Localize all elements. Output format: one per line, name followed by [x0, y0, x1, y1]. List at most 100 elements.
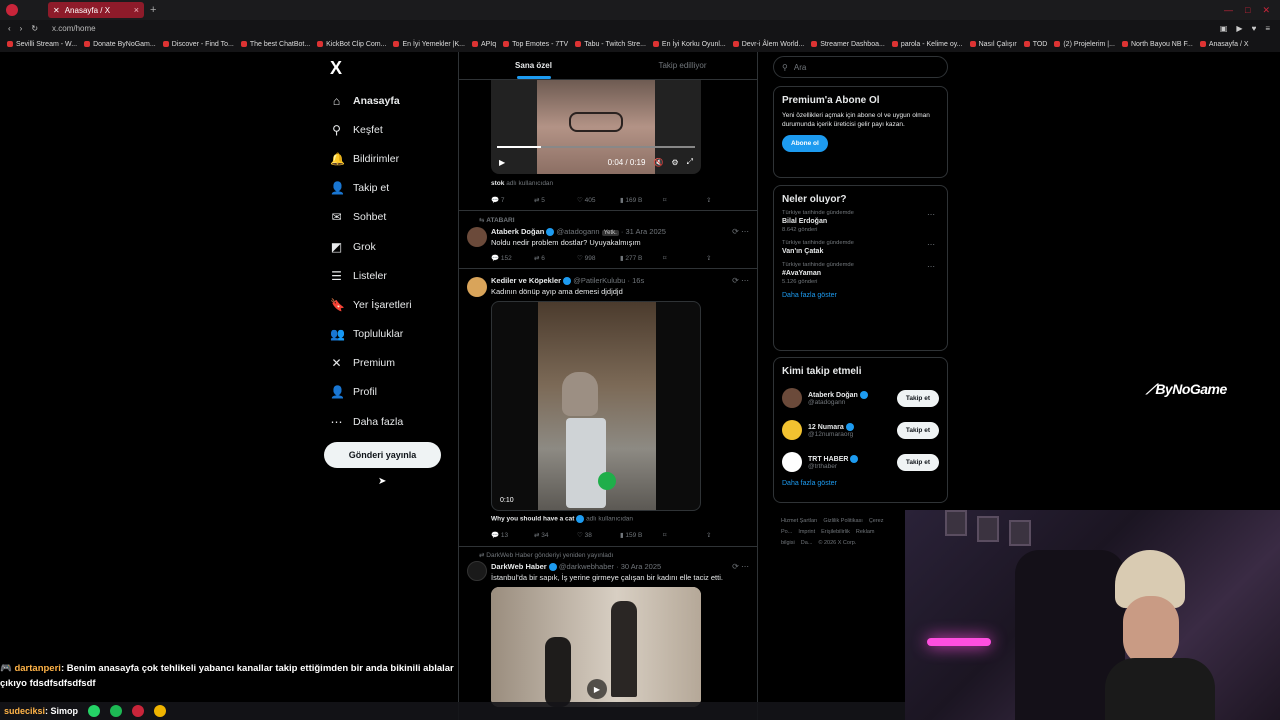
footer-link[interactable]: Da... — [801, 540, 813, 546]
browser-logo-icon[interactable] — [6, 4, 18, 16]
avatar[interactable] — [467, 561, 487, 581]
maximize-icon[interactable]: □ — [1245, 5, 1250, 16]
share-icon[interactable]: ⇪ — [706, 196, 749, 204]
like-button[interactable]: ♡ 38 — [577, 531, 620, 539]
bookmark-item[interactable]: En İyi Korku Oyunl... — [652, 41, 726, 48]
tweet3-more-icon[interactable]: ⟳ ⋯ — [732, 276, 749, 285]
tweet4-video[interactable]: ▶ — [491, 587, 701, 707]
nav-item-daha-fazla[interactable]: ⋯ Daha fazla — [330, 407, 460, 436]
views-button[interactable]: ▮ 169 B — [620, 196, 663, 204]
follow-button[interactable]: Takip et — [896, 421, 939, 439]
bookmark-item[interactable]: parola - Kelime oy... — [891, 41, 963, 48]
author-name[interactable]: Ataberk Doğan — [491, 227, 544, 236]
nav-item-bildirimler[interactable]: 🔔 Bildirimler — [330, 144, 460, 173]
menu-icon[interactable]: ≡ — [1265, 24, 1270, 33]
bookmark-icon[interactable]: ⌑ — [663, 196, 706, 204]
nav-item-listeler[interactable]: ☰ Listeler — [330, 261, 460, 290]
play-icon[interactable]: ▶ — [587, 679, 607, 699]
nav-item-profil[interactable]: 👤 Profil — [330, 378, 460, 407]
nav-item-premium[interactable]: ✕ Premium — [330, 349, 460, 378]
tweet2[interactable]: ⇆ ATABARI Ataberk Doğan @atadogann Yetk.… — [459, 210, 757, 268]
bookmark-item[interactable]: En İyi Yemekler |K... — [393, 41, 465, 48]
close-tab-icon[interactable]: × — [134, 5, 139, 15]
footer-link[interactable]: Erişilebilirlik — [821, 529, 850, 535]
browser-tab[interactable]: ✕ Anasayfa / X × — [48, 2, 144, 18]
minimize-icon[interactable]: — — [1224, 5, 1233, 16]
spotify-icon[interactable] — [110, 705, 123, 717]
post-button[interactable]: Gönderi yayınla — [324, 442, 441, 468]
bookmark-item[interactable]: Anasayfa / X — [1199, 41, 1249, 48]
search-input[interactable]: ⚲ Ara — [773, 56, 948, 78]
author-handle[interactable]: @PatilerKulubu — [573, 276, 625, 285]
nav-item-grok[interactable]: ◩ Grok — [330, 232, 460, 261]
bookmark-item[interactable]: Sevilli Stream - W... — [7, 41, 77, 48]
share-icon[interactable]: ⇪ — [706, 254, 749, 262]
play-icon[interactable]: ▶ — [1236, 24, 1242, 33]
bookmark-item[interactable]: The best ChatBot... — [240, 41, 310, 48]
reply-button[interactable]: 💬 13 — [491, 531, 534, 539]
bookmark-icon[interactable]: ⌑ — [663, 254, 706, 262]
follow-suggestion[interactable]: 12 Numara @12numaraorg Takip et — [782, 414, 939, 446]
trends-show-more[interactable]: Daha fazla göster — [782, 292, 939, 299]
avatar[interactable] — [782, 452, 802, 472]
bookmark-item[interactable]: TOD — [1023, 41, 1047, 48]
footer-link[interactable]: © 2026 X Corp. — [818, 540, 856, 546]
nav-item-sohbet[interactable]: ✉ Sohbet — [330, 203, 460, 232]
bookmark-item[interactable]: Discover - Find To... — [162, 41, 234, 48]
subscribe-button[interactable]: Abone ol — [782, 135, 828, 153]
whatsapp-icon[interactable] — [88, 705, 101, 717]
tweet2-more-icon[interactable]: ⟳ ⋯ — [732, 227, 749, 236]
play-icon[interactable]: ▶ — [499, 158, 505, 167]
url-field[interactable]: x.com/home — [52, 24, 96, 33]
retweet-button[interactable]: ⇄ 6 — [534, 254, 577, 262]
heart-icon[interactable]: ♥ — [1252, 24, 1257, 33]
app-icon[interactable] — [154, 705, 167, 717]
avatar[interactable] — [782, 420, 802, 440]
bookmark-item[interactable]: Top Emotes - 7TV — [503, 41, 568, 48]
tweet1-video[interactable]: ▶ 0:04 / 0:19 🔇 ⚙ ⤢ — [491, 80, 701, 174]
retweet-button[interactable]: ⇄ 34 — [534, 531, 577, 539]
bookmark-item[interactable]: Nasıl Çalışır — [969, 41, 1017, 48]
close-window-icon[interactable]: ✕ — [1262, 5, 1270, 16]
reply-button[interactable]: 💬 7 — [491, 196, 534, 204]
more-icon[interactable]: ⋯ — [927, 262, 935, 271]
bookmark-item[interactable]: Donate ByNoGam... — [84, 41, 156, 48]
trend-item[interactable]: Türkiye tarihinde gündemde #AvaYaman 5.126… — [782, 262, 939, 285]
author-handle[interactable]: @atadogann — [557, 227, 600, 236]
bookmark-icon[interactable]: ⌑ — [663, 531, 706, 539]
nav-item-anasayfa[interactable]: ⌂ Anasayfa — [330, 86, 460, 115]
new-tab-button[interactable]: + — [150, 4, 156, 16]
video-progress-bar[interactable] — [497, 146, 695, 148]
author-name[interactable]: DarkWeb Haber — [491, 562, 547, 571]
share-icon[interactable]: ⇪ — [706, 531, 749, 539]
tweet4-more-icon[interactable]: ⟳ ⋯ — [732, 562, 749, 571]
tab-for-you[interactable]: Sana özel — [459, 52, 608, 79]
tweet-date[interactable]: 31 Ara 2025 — [626, 227, 666, 236]
more-icon[interactable]: ⋯ — [927, 240, 935, 249]
nav-item-takip-et[interactable]: 👤 Takip et — [330, 174, 460, 203]
footer-link[interactable]: Imprint — [798, 529, 815, 535]
follow-show-more[interactable]: Daha fazla göster — [782, 480, 939, 487]
retweet-button[interactable]: ⇄ 5 — [534, 196, 577, 204]
fullscreen-icon[interactable]: ⤢ — [687, 157, 693, 167]
reload-icon[interactable]: ↻ — [31, 24, 38, 33]
bookmark-item[interactable]: APIq — [471, 41, 496, 48]
more-icon[interactable]: ⋯ — [927, 210, 935, 219]
settings-icon[interactable]: ⚙ — [671, 158, 678, 167]
author-handle[interactable]: @darkwebhaber — [559, 562, 614, 571]
like-button[interactable]: ♡ 405 — [577, 196, 620, 204]
tweet3-video[interactable]: 0:10 — [491, 301, 701, 511]
mute-icon[interactable]: 🔇 — [653, 158, 663, 167]
follow-button[interactable]: Takip et — [896, 389, 939, 407]
views-button[interactable]: ▮ 159 B — [620, 531, 663, 539]
back-icon[interactable]: ‹ — [8, 24, 11, 33]
follow-suggestion[interactable]: Ataberk Doğan @atadogann Takip et — [782, 382, 939, 414]
avatar[interactable] — [467, 277, 487, 297]
avatar[interactable] — [467, 227, 487, 247]
caption-user[interactable]: stok — [491, 180, 504, 187]
bookmark-item[interactable]: Streamer Dashboa... — [811, 41, 885, 48]
opera-icon[interactable] — [132, 705, 145, 717]
tweet-time[interactable]: 16s — [632, 276, 644, 285]
bookmark-item[interactable]: (2) Projelerim |... — [1054, 41, 1115, 48]
footer-link[interactable]: Hizmet Şartları — [781, 518, 817, 524]
